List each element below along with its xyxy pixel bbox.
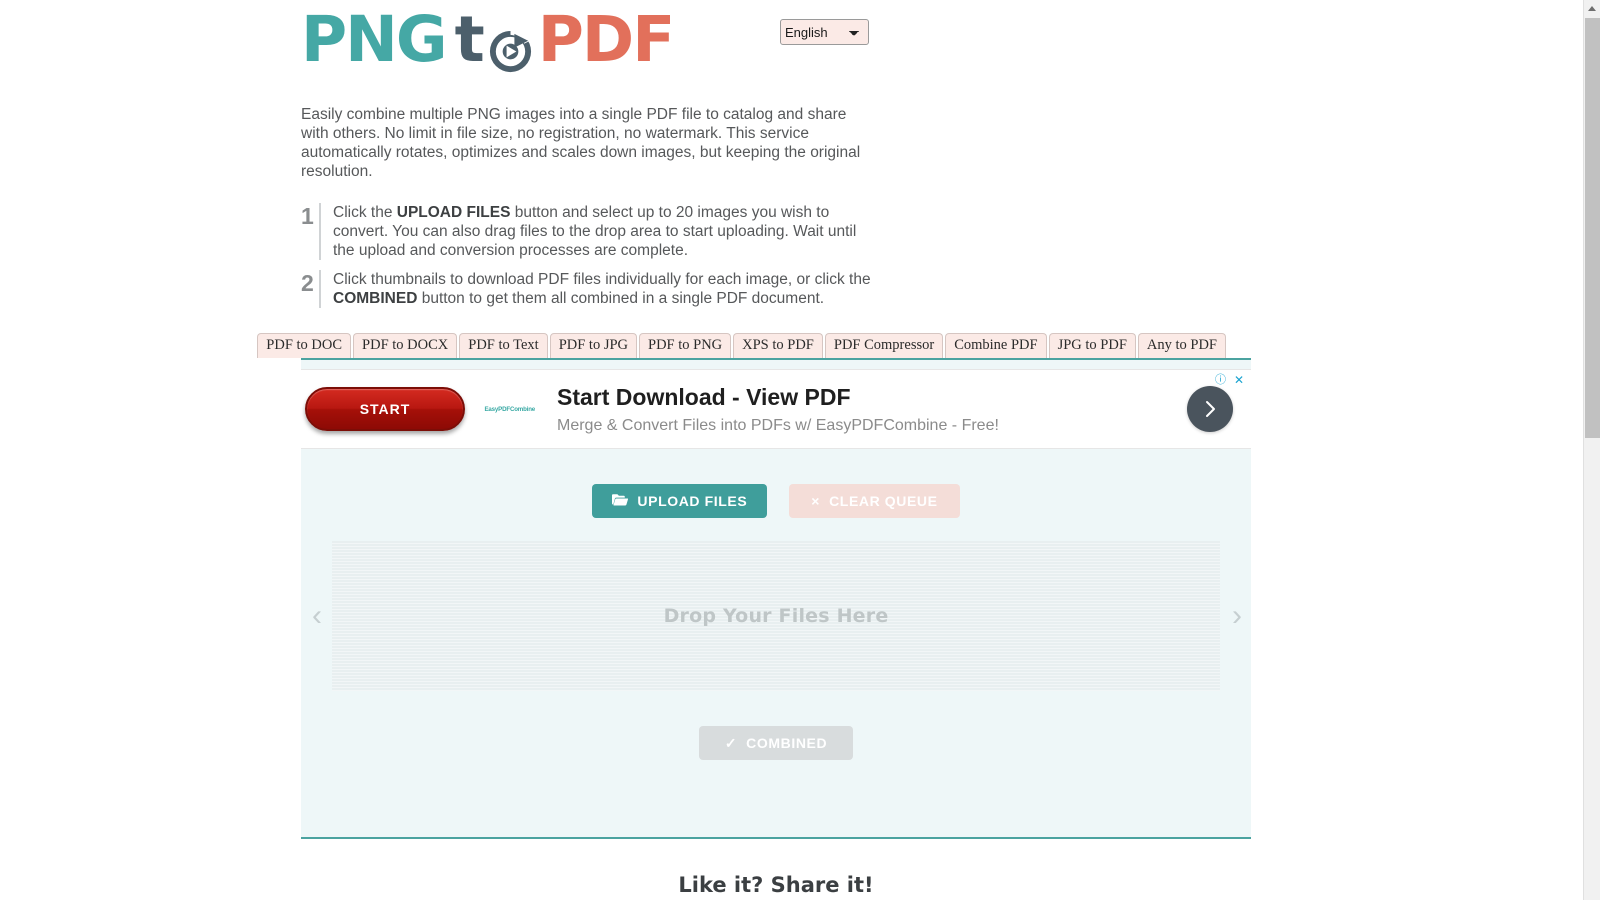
tab-any-to-pdf[interactable]: Any to PDF (1137, 333, 1226, 358)
combined-actions: ✓ COMBINED (301, 726, 1251, 760)
scroll-up-icon[interactable] (1584, 0, 1600, 17)
circular-refresh-arrow-icon (487, 22, 534, 73)
advertisement-banner[interactable]: START EasyPDFCombine Start Download - Vi… (301, 369, 1251, 449)
adchoices-info-icon[interactable]: ⓘ (1215, 375, 1226, 386)
upload-files-button[interactable]: UPLOAD FILES (592, 484, 768, 518)
step-text: Click thumbnails to download PDF files i… (319, 270, 871, 308)
tab-pdf-to-docx[interactable]: PDF to DOCX (353, 333, 458, 358)
checkmark-icon: ✓ (724, 734, 738, 751)
converter-panel: START EasyPDFCombine Start Download - Vi… (301, 358, 1251, 839)
step-text-strong: COMBINED (333, 290, 418, 307)
step-number: 1 (301, 203, 314, 229)
steps-list: 1 Click the UPLOAD FILES button and sele… (301, 203, 1251, 308)
tab-pdf-to-jpg[interactable]: PDF to JPG (549, 333, 637, 358)
ad-start-button[interactable]: START (305, 387, 465, 431)
file-dropzone[interactable]: Drop Your Files Here (332, 541, 1220, 691)
scrollbar-thumb[interactable] (1585, 18, 1600, 438)
step-item-2: 2 Click thumbnails to download PDF files… (301, 270, 1251, 308)
logo-to-text: t (454, 3, 485, 76)
folder-open-icon (612, 493, 629, 509)
ad-brand-logo: EasyPDFCombine (484, 405, 536, 413)
times-icon: × (811, 493, 821, 509)
combined-label: COMBINED (746, 735, 828, 751)
main-column: PNG t PDF English Easily combine multipl… (257, 0, 1251, 897)
step-text-pre: Click the (333, 204, 397, 221)
tab-pdf-to-text[interactable]: PDF to Text (459, 333, 548, 358)
step-text: Click the UPLOAD FILES button and select… (319, 203, 871, 260)
share-heading: Like it? Share it! (678, 873, 874, 897)
carousel-prev-icon[interactable]: ‹ (312, 601, 322, 631)
tool-tabs: PDF to DOC PDF to DOCX PDF to Text PDF t… (257, 332, 1251, 358)
step-number: 2 (301, 270, 314, 296)
close-icon[interactable]: ✕ (1234, 374, 1244, 386)
uploader-actions: UPLOAD FILES × CLEAR QUEUE (301, 484, 1251, 518)
combined-button[interactable]: ✓ COMBINED (698, 726, 854, 760)
tab-xps-to-pdf[interactable]: XPS to PDF (733, 333, 823, 358)
ad-subheadline: Merge & Convert Files into PDFs w/ EasyP… (557, 417, 999, 434)
header: PNG t PDF English (301, 0, 1251, 95)
page-root: PNG t PDF English Easily combine multipl… (0, 0, 1600, 900)
tab-jpg-to-pdf[interactable]: JPG to PDF (1048, 333, 1136, 358)
logo-pdf-text: PDF (537, 3, 676, 76)
tab-pdf-to-doc[interactable]: PDF to DOC (257, 333, 352, 358)
clear-queue-label: CLEAR QUEUE (829, 493, 938, 509)
carousel-next-icon[interactable]: › (1232, 601, 1242, 631)
step-text-pre: Click thumbnails to download PDF files i… (333, 271, 871, 288)
ad-copy: Start Download - View PDF Merge & Conver… (557, 383, 999, 435)
chevron-right-icon[interactable] (1187, 386, 1233, 432)
ad-headline: Start Download - View PDF (557, 384, 851, 410)
step-item-1: 1 Click the UPLOAD FILES button and sele… (301, 203, 1251, 260)
site-logo: PNG t PDF (301, 3, 676, 76)
tab-pdf-compressor[interactable]: PDF Compressor (824, 333, 944, 358)
clear-queue-button[interactable]: × CLEAR QUEUE (789, 484, 960, 518)
step-text-strong: UPLOAD FILES (396, 204, 511, 221)
upload-files-label: UPLOAD FILES (637, 493, 748, 509)
dropzone-label: Drop Your Files Here (663, 605, 889, 627)
logo-png-text: PNG (301, 3, 448, 76)
language-select[interactable]: English (780, 19, 869, 45)
page-scrollbar[interactable] (1583, 0, 1600, 900)
tab-pdf-to-png[interactable]: PDF to PNG (639, 333, 732, 358)
intro-paragraph: Easily combine multiple PNG images into … (301, 106, 861, 180)
tab-combine-pdf[interactable]: Combine PDF (945, 333, 1047, 358)
step-text-post: button to get them all combined in a sin… (417, 290, 825, 307)
dropzone-carousel: ‹ Drop Your Files Here › (301, 541, 1251, 691)
